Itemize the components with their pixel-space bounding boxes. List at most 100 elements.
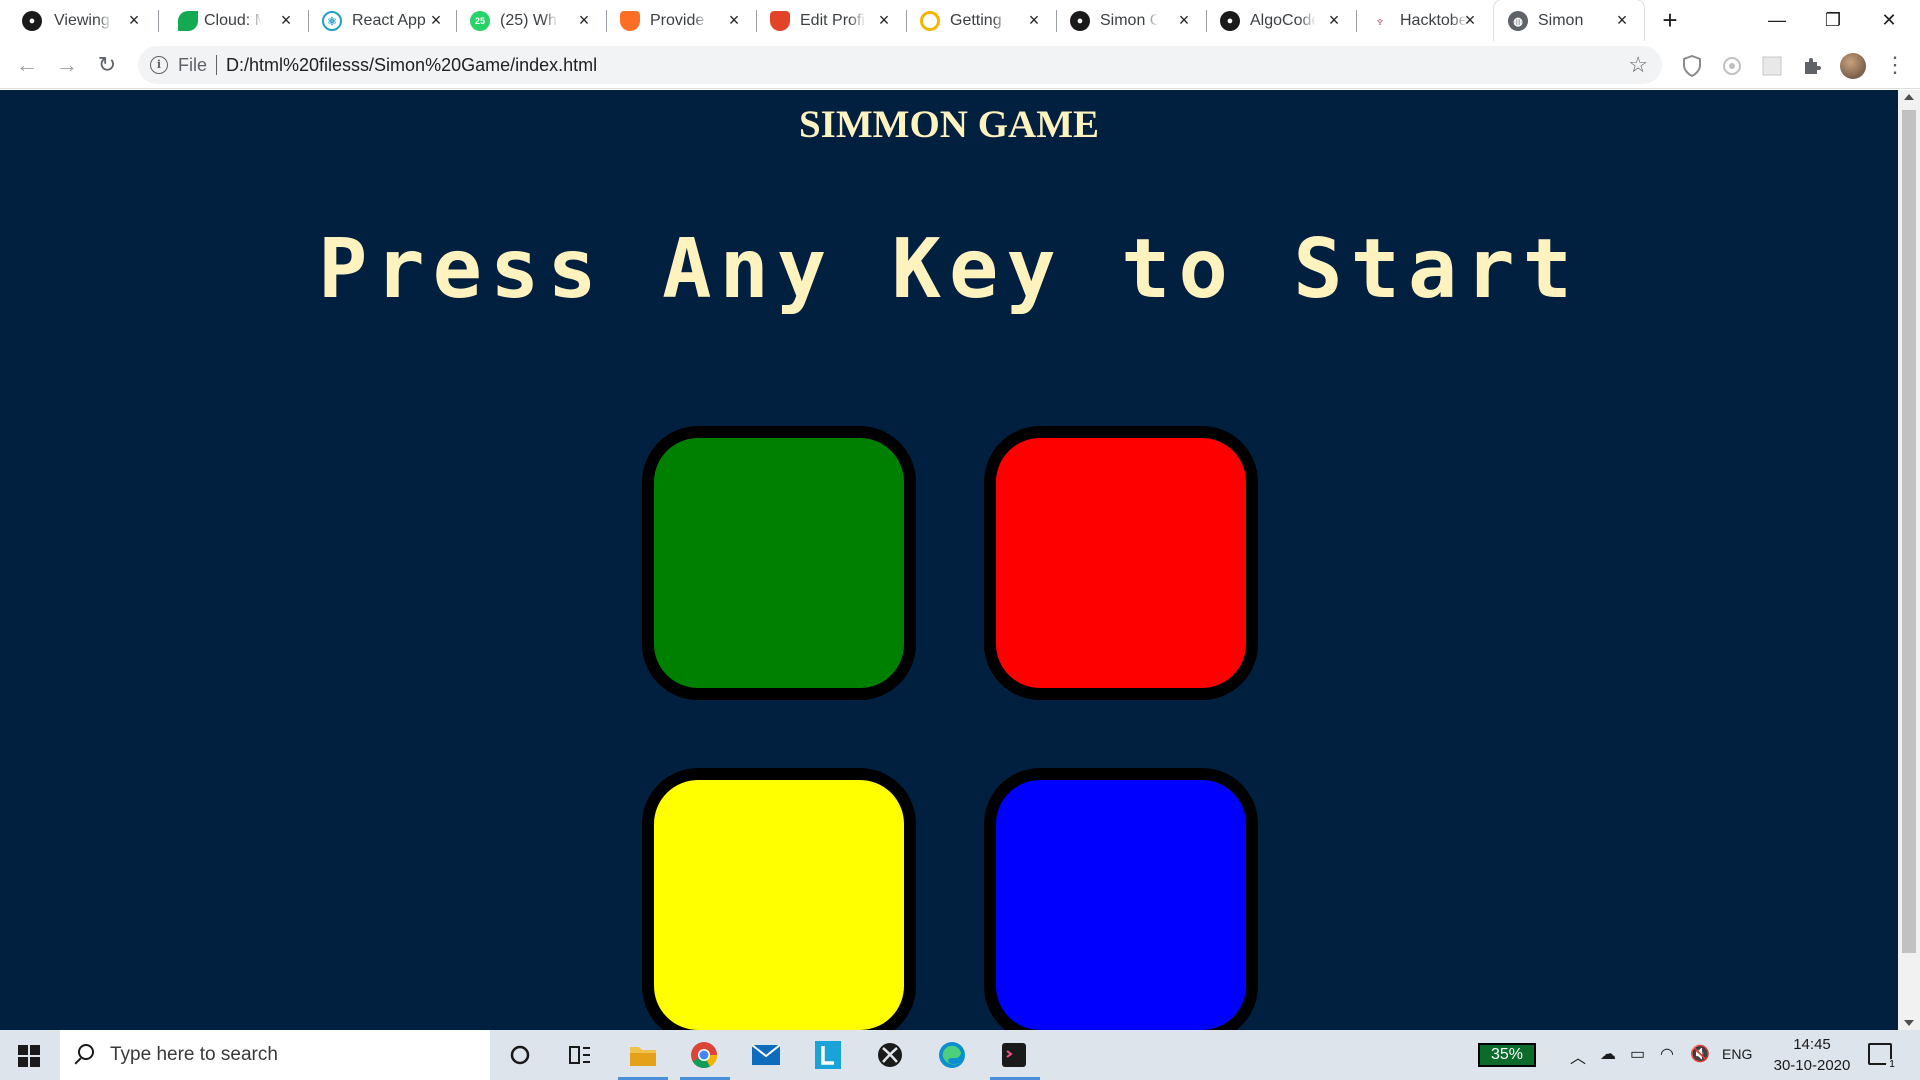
tab-title: Edit Profile [800,12,866,29]
mongodb-leaf-icon [178,11,198,31]
file-explorer-icon[interactable] [627,1039,659,1071]
bookmark-star-icon[interactable]: ☆ [1628,52,1648,78]
tab-separator [1206,10,1207,32]
extension-icon[interactable] [1720,54,1744,78]
url-divider [216,55,217,75]
close-icon[interactable]: × [1460,10,1480,30]
close-icon[interactable]: × [1174,10,1194,30]
clock-time: 14:45 [1793,1036,1831,1053]
taskbar-search-box[interactable]: Type here to search [60,1030,490,1080]
close-icon[interactable]: × [574,10,594,30]
reload-button[interactable]: ↻ [92,50,122,80]
restore-button[interactable]: ❐ [1810,0,1856,41]
xbox-icon[interactable] [874,1039,906,1071]
speaker-muted-icon[interactable]: 🔇 [1690,1044,1710,1064]
close-icon[interactable]: × [1024,10,1044,30]
github-icon: ● [1070,11,1090,31]
url-scheme: File [178,55,208,75]
tab-title: Viewing commit [54,12,112,29]
close-icon[interactable]: × [724,10,744,30]
onedrive-cloud-icon[interactable]: ☁ [1600,1044,1616,1064]
tab-cloud-mongodb[interactable]: Cloud: MongoDB × [160,0,308,41]
clock[interactable]: 14:45 30-10-2020 [1764,1034,1860,1076]
globe-icon: ◍ [1508,11,1528,31]
profile-avatar[interactable] [1840,53,1866,79]
vertical-scrollbar[interactable] [1898,90,1920,1030]
tab-title: (25) WhatsApp [500,12,558,29]
terminal-icon[interactable] [998,1039,1030,1071]
tab-algocode[interactable]: ● AlgoCode × [1208,0,1356,41]
tab-separator [308,10,309,32]
address-bar[interactable]: i File D:/html%20filesss/Simon%20Game/in… [138,46,1662,84]
shield-extension-icon[interactable] [1680,54,1704,78]
scroll-thumb[interactable] [1902,110,1916,953]
chevron-up-icon[interactable]: ︿ [1570,1044,1586,1068]
l-app-icon[interactable] [812,1039,844,1071]
react-icon: ⚛ [322,11,342,31]
tab-separator [158,10,159,32]
tab-separator [606,10,607,32]
tab-simon-active[interactable]: ◍ Simon × [1494,0,1644,41]
tab-whatsapp[interactable]: 25 (25) WhatsApp × [458,0,606,41]
whatsapp-icon: 25 [470,11,490,31]
getting-started-icon [920,11,940,31]
windows-taskbar: Type here to search 35% ︿ ☁ ▭ ◠ 🔇 ENG 14… [0,1030,1920,1080]
close-icon[interactable]: × [874,10,894,30]
close-icon[interactable]: × [1612,10,1632,30]
github-icon: ● [22,11,42,31]
puzzle-icon[interactable] [1800,54,1824,78]
wifi-icon[interactable]: ◠ [1660,1044,1674,1064]
gitlab-icon [620,11,640,31]
browser-toolbar: ← → ↻ i File D:/html%20filesss/Simon%20G… [0,41,1920,89]
info-icon[interactable]: i [150,56,168,74]
tab-react-app[interactable]: ⚛ React App × [310,0,458,41]
new-tab-button[interactable]: + [1656,6,1684,34]
notification-icon[interactable]: 1 [1868,1043,1898,1071]
task-view-icon[interactable] [564,1039,596,1071]
level-title: Press Any Key to Start [317,222,1581,317]
tab-separator [906,10,907,32]
close-window-button[interactable]: ✕ [1866,0,1912,41]
tab-title: Simon Game [1100,12,1158,29]
language-indicator[interactable]: ENG [1722,1046,1752,1062]
close-icon[interactable]: × [1324,10,1344,30]
cortana-icon[interactable] [504,1039,536,1071]
github-icon: ● [1220,11,1240,31]
tab-separator [756,10,757,32]
forward-button[interactable]: → [52,50,82,80]
scroll-down-arrow[interactable] [1904,1020,1914,1026]
red-button[interactable] [984,426,1258,700]
mail-icon[interactable] [750,1039,782,1071]
extension-grid-icon[interactable] [1760,54,1784,78]
page-viewport: SIMMON GAME Press Any Key to Start [0,90,1898,1030]
minimize-button[interactable]: — [1754,0,1800,41]
yellow-button[interactable] [642,768,916,1030]
tab-simon-game-github[interactable]: ● Simon Game × [1058,0,1206,41]
tab-title: Hacktoberfest [1400,12,1468,29]
green-button[interactable] [642,426,916,700]
edge-icon[interactable] [936,1039,968,1071]
tab-edit-profile[interactable]: Edit Profile × [758,0,906,41]
scroll-up-arrow[interactable] [1904,94,1914,100]
close-icon[interactable]: × [276,10,296,30]
tab-hacktoberfest[interactable]: ♆ Hacktoberfest × [1358,0,1492,41]
tab-title: AlgoCode [1250,12,1316,29]
back-button[interactable]: ← [12,50,42,80]
close-icon[interactable]: × [426,10,446,30]
blue-button[interactable] [984,768,1258,1030]
tab-title: Cloud: MongoDB [204,12,262,29]
tab-getting-started[interactable]: Getting Started × [908,0,1056,41]
tab-provide-an[interactable]: Provide an × [608,0,756,41]
battery-percentage-badge: 35% [1478,1043,1536,1067]
tab-viewing-commit[interactable]: ● Viewing commit × [0,0,156,41]
close-icon[interactable]: × [124,10,144,30]
tab-title: Getting Started [950,12,1008,29]
chrome-icon[interactable] [688,1039,720,1071]
battery-icon[interactable]: ▭ [1630,1044,1645,1064]
tab-strip: ● Viewing commit × Cloud: MongoDB × ⚛ Re… [0,0,1920,41]
url-text[interactable]: D:/html%20filesss/Simon%20Game/index.htm… [226,55,597,76]
menu-icon[interactable]: ⋮ [1884,50,1906,80]
windows-start-icon[interactable] [18,1045,40,1067]
tab-title: Provide an [650,12,708,29]
search-placeholder: Type here to search [110,1044,278,1065]
